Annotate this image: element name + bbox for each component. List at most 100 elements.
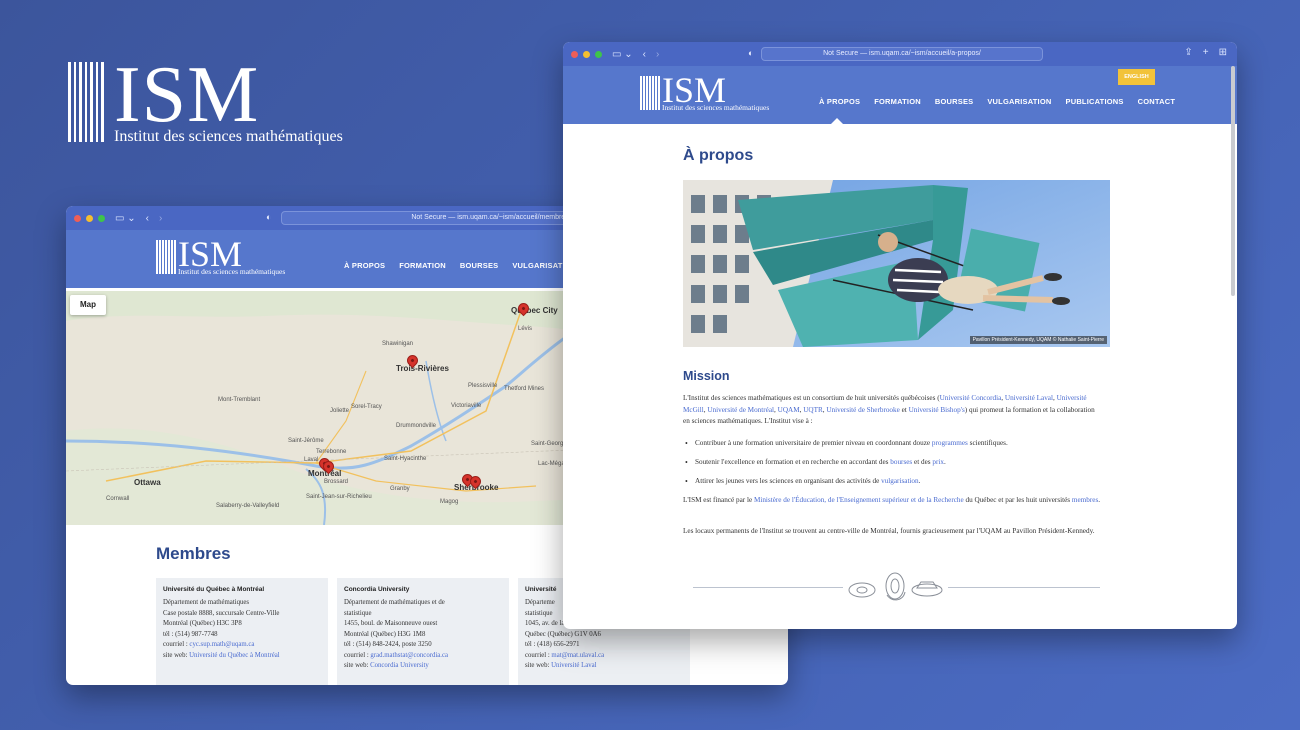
scrollbar[interactable] — [1231, 66, 1235, 296]
email-label: courriel : — [163, 641, 190, 648]
language-toggle-english[interactable]: ENGLISH — [1118, 69, 1155, 85]
member-email-link[interactable]: grad.mathstat@concordia.ca — [370, 652, 448, 659]
member-address-line: Montréal (Québec) H3G 1M8 — [344, 630, 426, 638]
university-link[interactable]: Université Bishop's — [909, 406, 965, 414]
member-address-line: Case postale 8888, succursale Centre-Vil… — [163, 609, 280, 617]
nav-a-propos[interactable]: À PROPOS — [819, 97, 860, 106]
window-controls[interactable] — [571, 50, 602, 58]
map-place-label: Granby — [390, 486, 410, 492]
map-place-label: Thetford Mines — [504, 386, 545, 392]
mission-heading: Mission — [683, 369, 730, 383]
map-place-label: Salaberry-de-Valleyfield — [216, 503, 280, 509]
member-email-link[interactable]: cyc.sup.math@uqam.ca — [189, 641, 254, 648]
nav-formation[interactable]: FORMATION — [399, 261, 446, 270]
window-controls[interactable] — [74, 214, 105, 222]
map-place-label: Saint-Jérôme — [288, 438, 324, 444]
university-link[interactable]: Université Laval — [1005, 394, 1053, 402]
nav-formation[interactable]: FORMATION — [874, 97, 921, 106]
main-nav: À PROPOS FORMATION BOURSES VULGARISATION… — [819, 97, 1175, 106]
map-place-label: Saint-Jean-sur-Richelieu — [306, 494, 372, 500]
member-site-row: site web: Université du Québec à Montréa… — [163, 651, 321, 662]
vulgarisation-link[interactable]: vulgarisation — [881, 477, 919, 485]
map-place-label: Sorel-Tracy — [351, 404, 382, 410]
map-place-label: Cornwall — [106, 496, 130, 502]
back-arrow-icon[interactable]: ‹ — [146, 213, 149, 224]
member-site-link[interactable]: Concordia University — [370, 662, 429, 669]
email-label: courriel : — [525, 651, 552, 659]
page-title: À propos — [683, 147, 754, 164]
member-address-line: statistique — [344, 609, 372, 617]
hero-image: Pavillon Président-Kennedy, UQAM © Natha… — [683, 180, 1110, 347]
university-link[interactable]: Université de Montréal — [707, 406, 774, 414]
bullet-text: Attirer les jeunes vers les sciences en … — [695, 477, 882, 485]
math-objects-ornament-icon — [848, 572, 943, 601]
sidebar-icon[interactable]: ▭ ⌄ — [115, 213, 136, 224]
nav-publications[interactable]: PUBLICATIONS — [1066, 97, 1124, 106]
hero-photo-illustration — [683, 180, 1110, 347]
brand-logo-text: ISM — [114, 51, 260, 139]
main-nav: À PROPOS FORMATION BOURSES VULGARISATION — [344, 261, 577, 270]
nav-a-propos[interactable]: À PROPOS — [344, 261, 385, 270]
forward-arrow-icon[interactable]: › — [159, 213, 162, 224]
nav-bourses[interactable]: BOURSES — [460, 261, 499, 270]
site-logo-subtitle: Institut des sciences mathématiques — [662, 103, 770, 112]
mission-text: L'Institut des sciences mathématiques es… — [683, 394, 940, 402]
map-place-label: Ottawa — [134, 478, 161, 487]
divider — [948, 587, 1100, 588]
nav-contact[interactable]: CONTACT — [1138, 97, 1176, 106]
prix-link[interactable]: prix — [932, 458, 944, 466]
member-name: Université du Québec à Montréal — [163, 586, 265, 593]
map-place-label: Victoriaville — [451, 403, 482, 409]
tab-overview-icon[interactable]: ⊞ — [1219, 47, 1227, 58]
list-item: Attirer les jeunes vers les sciences en … — [683, 476, 1103, 487]
member-email-link[interactable]: mat@mat.ulaval.ca — [551, 652, 604, 659]
sidebar-icon[interactable]: ▭ ⌄ — [612, 49, 633, 60]
site-label: site web: — [163, 651, 190, 659]
member-email-row: courriel : cyc.sup.math@uqam.ca — [163, 640, 321, 651]
map-place-label: Lévis — [518, 326, 533, 332]
share-icon[interactable]: ⇪ — [1184, 47, 1192, 58]
map-type-button[interactable]: Map — [70, 295, 106, 315]
email-label: courriel : — [344, 651, 371, 659]
bullet-text: . — [918, 477, 921, 485]
locaux-paragraph: Les locaux permanents de l'Institut se t… — [683, 527, 1095, 535]
site-label: site web: — [344, 662, 371, 669]
university-link[interactable]: Université Concordia — [940, 394, 1002, 402]
shield-icon[interactable]: ◐ — [266, 212, 271, 222]
funding-paragraph: L'ISM est financé par le Ministère de l'… — [683, 495, 1103, 507]
map-place-label: Trois-Rivières — [396, 364, 449, 373]
map-place-label: Shawinigan — [382, 341, 414, 347]
bourses-link[interactable]: bourses — [890, 458, 912, 466]
forward-arrow-icon[interactable]: › — [656, 49, 659, 60]
back-arrow-icon[interactable]: ‹ — [643, 49, 646, 60]
funding-text: du Québec et par les huit universités — [963, 496, 1072, 504]
programmes-link[interactable]: programmes — [932, 439, 968, 447]
member-address-line: Québec (Québec) G1V 0A6 — [525, 630, 601, 638]
university-link[interactable]: UQAM — [778, 406, 800, 414]
bullet-text: et des — [912, 458, 933, 466]
new-tab-icon[interactable]: + — [1203, 47, 1209, 58]
member-email-row: courriel : mat@mat.ulaval.ca — [525, 651, 683, 662]
list-item: Soutenir l'excellence en formation et en… — [683, 457, 1103, 468]
map-place-label: Saint-Hyacinthe — [384, 456, 427, 462]
shield-icon[interactable]: ◐ — [748, 48, 753, 58]
university-link[interactable]: UQTR — [803, 406, 823, 414]
member-site-link[interactable]: Université Laval — [551, 662, 596, 669]
member-address-line: Département de mathématiques — [163, 599, 250, 606]
member-phone: tél : (514) 848-2424, poste 3250 — [344, 641, 432, 648]
member-site-link[interactable]: Université du Québec à Montréal — [189, 652, 280, 659]
bullet-text: . — [943, 458, 946, 466]
university-link[interactable]: Université de Sherbrooke — [826, 406, 899, 414]
address-bar[interactable]: Not Secure — ism.uqam.ca/~ism/accueil/a-… — [761, 47, 1043, 61]
membres-heading: Membres — [156, 544, 231, 563]
funding-text: . — [1098, 496, 1101, 504]
member-address-line: 1455, boul. de Maisonneuve ouest — [344, 620, 438, 627]
nav-bourses[interactable]: BOURSES — [935, 97, 974, 106]
browser-window-a-propos: ▭ ⌄ ‹ › ◐ Not Secure — ism.uqam.ca/~ism/… — [563, 42, 1237, 629]
member-card: Université du Québec à Montréal Départem… — [156, 578, 328, 685]
site-logo-subtitle: Institut des sciences mathématiques — [178, 267, 286, 276]
ministere-link[interactable]: Ministère de l'Éducation, de l'Enseignem… — [754, 496, 964, 504]
member-name: Concordia University — [344, 586, 410, 593]
membres-link[interactable]: membres — [1072, 496, 1098, 504]
nav-vulgarisation[interactable]: VULGARISATION — [987, 97, 1051, 106]
